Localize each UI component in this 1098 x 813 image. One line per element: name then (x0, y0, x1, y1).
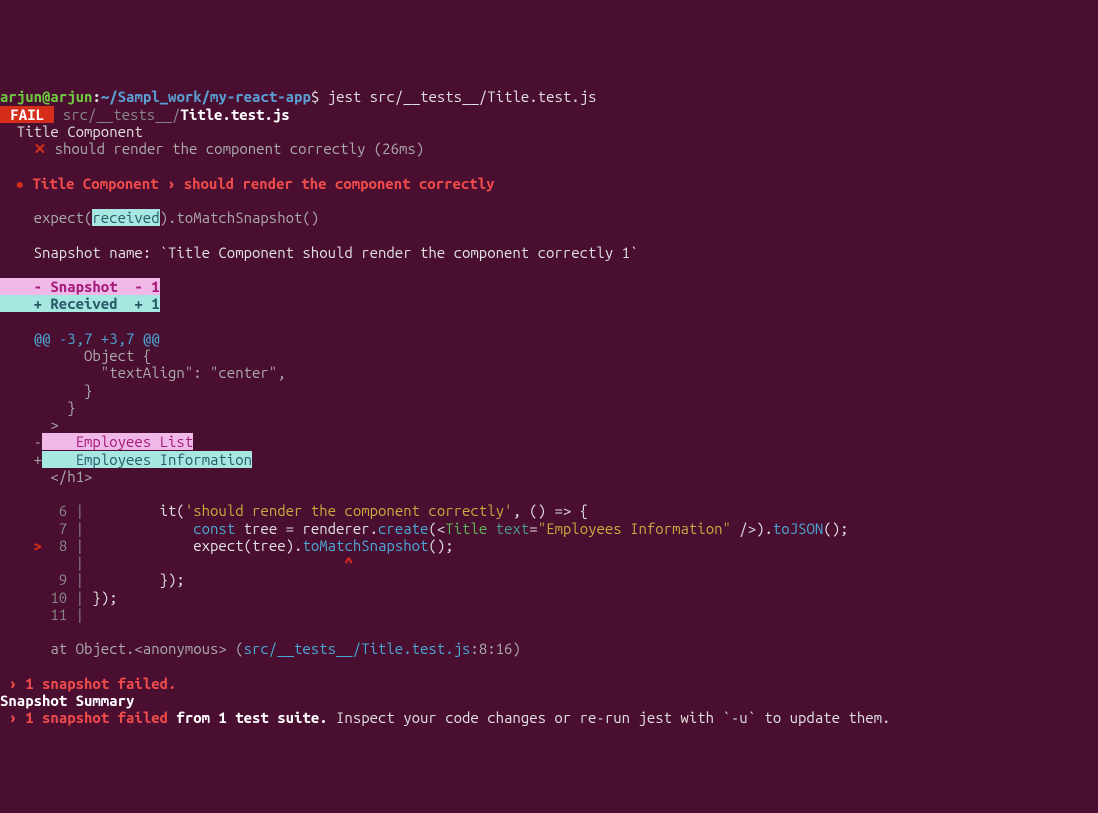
diff-context-2: "textAlign": "center", (0, 364, 286, 381)
code-attr-val: "Employees Information" (538, 520, 731, 537)
code-eq: = (529, 520, 537, 537)
error-title: Title Component › should render the comp… (24, 175, 494, 192)
terminal-output: arjun@arjun:~/Sampl_work/my-react-app$ j… (0, 71, 1098, 727)
diff-context-5: > (0, 416, 59, 433)
snapshot-hint: Inspect your code changes or re-run jest… (328, 709, 891, 726)
diff-context-4: } (0, 399, 76, 416)
pointer-icon: > (0, 537, 42, 554)
code-open: (< (428, 520, 445, 537)
caret-pad (84, 554, 344, 571)
arrow-icon: › (0, 675, 17, 692)
code-it: it( (84, 502, 185, 519)
expect-line: expect(received).toMatchSnapshot() (0, 209, 319, 226)
code-10: }); (84, 589, 118, 606)
prompt-user: arjun (0, 88, 42, 105)
expect-pre: expect( (0, 209, 92, 226)
expect-post: ).toMatchSnapshot() (160, 209, 320, 226)
error-title-line: ● Title Component › should render the co… (0, 175, 495, 192)
line-number-11: 11 | (0, 606, 84, 623)
arrow-icon-2: › (0, 709, 17, 726)
line-number-6: 6 | (0, 502, 84, 519)
test-name: should render the component correctly (2… (46, 140, 424, 157)
command-input[interactable]: jest src/__tests__/Title.test.js (319, 88, 596, 105)
code-component: Title (445, 520, 487, 537)
code-end-8: (); (428, 537, 453, 554)
cross-icon: ✕ (0, 140, 46, 157)
diff-legend-snapshot: - Snapshot - 1 (0, 278, 160, 295)
snapshot-failed-2a: 1 snapshot failed (17, 709, 168, 726)
diff-plus-line: + Employees Information (0, 451, 252, 468)
line-number-10: 10 | (0, 589, 84, 606)
fail-path-dir: src/__tests__/ (54, 106, 180, 123)
code-line-caret: | ^ (0, 554, 353, 571)
snapshot-summary-heading: Snapshot Summary (0, 692, 134, 709)
snapshot-failed-2b: from 1 test suite. (168, 709, 328, 726)
diff-plus-marker: + (0, 451, 42, 468)
diff-hunk-header: @@ -3,7 +3,7 @@ (0, 330, 160, 347)
fail-line: FAIL src/__tests__/Title.test.js (0, 106, 290, 123)
snapshot-name-line: Snapshot name: `Title Component should r… (0, 244, 638, 261)
prompt-dollar: $ (311, 88, 319, 105)
prompt-path: ~/Sampl_work/my-react-app (101, 88, 311, 105)
line-number-blank: | (0, 554, 84, 571)
diff-plus-text: Employees Information (42, 451, 252, 468)
received-highlight: received (92, 209, 159, 226)
code-9: }); (84, 571, 185, 588)
code-line-11: 11 | (0, 606, 84, 623)
code-arrow: , () => { (512, 502, 588, 519)
diff-minus-text: Employees List (42, 433, 193, 450)
code-end: (); (823, 520, 848, 537)
code-attr: text (487, 520, 529, 537)
code-close: />). (731, 520, 773, 537)
describe-title: Title Component (0, 123, 143, 140)
fail-badge: FAIL (0, 106, 54, 123)
diff-context-3: } (0, 382, 92, 399)
code-line-9: 9 | }); (0, 571, 185, 588)
line-number-7: 7 | (0, 520, 84, 537)
diff-minus-marker: - (0, 433, 42, 450)
snapshot-failed-1: 1 snapshot failed. (17, 675, 177, 692)
prompt-line[interactable]: arjun@arjun:~/Sampl_work/my-react-app$ j… (0, 88, 596, 105)
summary-line-1: › 1 snapshot failed. (0, 675, 176, 692)
diff-minus-line: - Employees List (0, 433, 193, 450)
diff-context-close: </h1> (0, 468, 92, 485)
code-create: create (378, 520, 428, 537)
prompt-host: arjun (50, 88, 92, 105)
code-string: 'should render the component correctly' (185, 502, 513, 519)
code-expect: expect(tree). (84, 537, 302, 554)
code-match: toMatchSnapshot (302, 537, 428, 554)
diff-legend-received: + Received + 1 (0, 295, 160, 312)
code-const: const (84, 520, 235, 537)
code-line-6: 6 | it('should render the component corr… (0, 502, 588, 519)
bullet-icon: ● (0, 176, 24, 192)
code-line-10: 10 | }); (0, 589, 118, 606)
code-line-7: 7 | const tree = renderer.create(<Title … (0, 520, 849, 537)
prompt-colon: : (92, 88, 100, 105)
code-tojson: toJSON (773, 520, 823, 537)
diff-context-1: Object { (0, 347, 151, 364)
line-number-8: 8 | (42, 537, 84, 554)
fail-path-file: Title.test.js (180, 106, 289, 123)
summary-line-2: › 1 snapshot failed from 1 test suite. I… (0, 709, 890, 726)
code-line-8: > 8 | expect(tree).toMatchSnapshot(); (0, 537, 454, 554)
test-failed-line: ✕ should render the component correctly … (0, 140, 424, 157)
caret-icon: ^ (344, 554, 352, 571)
code-tree: tree = renderer. (235, 520, 378, 537)
line-number-9: 9 | (0, 571, 84, 588)
